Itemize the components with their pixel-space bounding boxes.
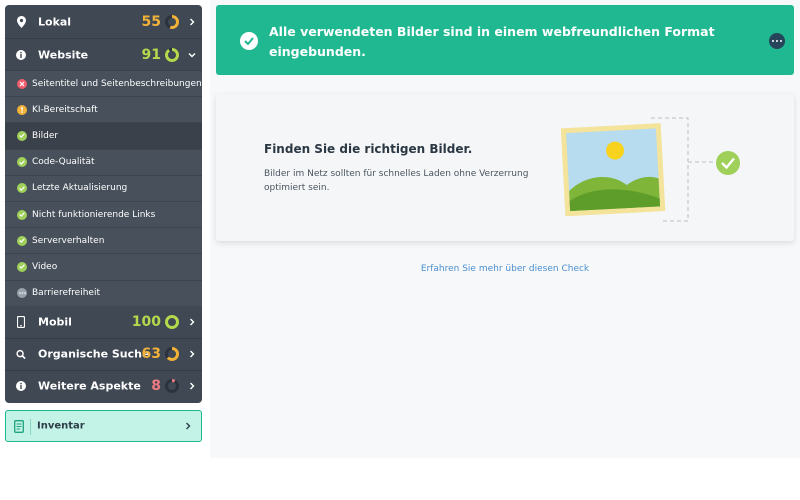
status-banner: Alle verwendeten Bilder sind in einem we…: [216, 5, 794, 75]
check-icon: [17, 157, 27, 168]
website-check-list: Seitentitel und Seitenbeschreibungen KI-…: [5, 70, 202, 306]
check-icon: [17, 183, 27, 194]
sidebar: Lokal 55 Website 91 Seitentitel und Seit…: [5, 5, 202, 403]
check-item-label: Barrierefreiheit: [32, 288, 100, 299]
image-illustration-icon: [560, 117, 740, 222]
category-website[interactable]: Website 91: [5, 38, 202, 70]
category-weitere-aspekte[interactable]: Weitere Aspekte 8: [5, 369, 202, 402]
check-item-barrierefreiheit[interactable]: Barrierefreiheit: [5, 279, 202, 306]
card-title: Finden Sie die richtigen Bilder.: [264, 142, 473, 156]
category-label: Organische Suche: [38, 347, 150, 361]
chevron-down-icon: [188, 52, 196, 57]
pending-icon: [17, 288, 27, 299]
category-score: 91: [141, 46, 161, 63]
search-icon: [16, 348, 26, 360]
chevron-right-icon: [186, 422, 191, 430]
divider: [30, 419, 31, 435]
check-item-video[interactable]: Video: [5, 253, 202, 279]
check-item-links[interactable]: Nicht funktionierende Links: [5, 200, 202, 227]
check-item-label: Bilder: [32, 130, 59, 141]
learn-more-link[interactable]: Erfahren Sie mehr über diesen Check: [210, 264, 800, 274]
warning-icon: [17, 104, 27, 115]
check-item-letzte-aktualisierung[interactable]: Letzte Aktualisierung: [5, 174, 202, 201]
check-icon: [240, 32, 258, 50]
check-item-label: Video: [32, 261, 58, 272]
check-item-seitentitel[interactable]: Seitentitel und Seitenbeschreibungen: [5, 70, 202, 96]
check-item-label: Letzte Aktualisierung: [32, 183, 128, 194]
score-ring: [165, 379, 179, 394]
check-icon: [17, 235, 27, 246]
category-lokal[interactable]: Lokal 55: [5, 5, 202, 38]
check-icon: [17, 130, 27, 141]
check-icon: [17, 209, 27, 220]
category-score: 63: [141, 346, 161, 363]
document-icon: [14, 420, 24, 433]
check-item-serververhalten[interactable]: Serververhalten: [5, 227, 202, 253]
category-label: Mobil: [38, 315, 72, 329]
score-ring: [165, 347, 179, 362]
category-score: 55: [141, 13, 161, 30]
check-icon: [17, 261, 27, 272]
category-label: Website: [38, 48, 89, 61]
info-circle-icon: [16, 49, 26, 61]
check-item-label: Seitentitel und Seitenbeschreibungen: [32, 78, 202, 89]
check-item-bilder[interactable]: Bilder: [5, 122, 202, 149]
score-ring: [165, 14, 179, 29]
category-mobil[interactable]: Mobil 100: [5, 306, 202, 338]
category-score: 8: [151, 378, 161, 395]
score-ring: [165, 314, 179, 329]
info-card: Finden Sie die richtigen Bilder. Bilder …: [216, 94, 794, 241]
category-label: Lokal: [38, 15, 72, 28]
check-item-label: KI-Bereitschaft: [32, 104, 98, 115]
info-circle-icon: [16, 380, 26, 392]
inventar-button[interactable]: Inventar: [5, 410, 202, 442]
check-item-code-qualitaet[interactable]: Code-Qualität: [5, 148, 202, 175]
score-ring: [165, 47, 179, 62]
chevron-right-icon: [190, 18, 195, 25]
inventar-label: Inventar: [37, 420, 85, 432]
check-item-label: Code-Qualität: [32, 157, 95, 168]
chevron-right-icon: [190, 318, 195, 326]
chevron-right-icon: [190, 382, 195, 390]
smartphone-icon: [16, 315, 26, 328]
banner-message: Alle verwendeten Bilder sind in einem we…: [269, 24, 715, 59]
check-item-label: Serververhalten: [32, 235, 105, 246]
category-score: 100: [131, 313, 161, 330]
check-item-ki-bereitschaft[interactable]: KI-Bereitschaft: [5, 96, 202, 122]
more-options-icon[interactable]: [769, 33, 785, 49]
check-item-label: Nicht funktionierende Links: [32, 209, 156, 220]
error-icon: [17, 78, 27, 89]
category-organische-suche[interactable]: Organische Suche 63: [5, 337, 202, 370]
card-description: Bilder im Netz sollten für schnelles Lad…: [264, 169, 529, 193]
chevron-right-icon: [190, 350, 195, 358]
map-pin-icon: [16, 15, 26, 28]
category-label: Weitere Aspekte: [38, 379, 141, 393]
